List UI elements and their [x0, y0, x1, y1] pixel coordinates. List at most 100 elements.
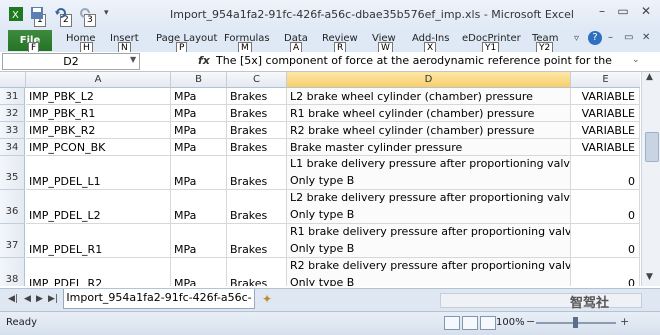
- page-break-view-icon[interactable]: [480, 316, 496, 330]
- sheet-tab[interactable]: Import_954a1fa2-91fc-426f-a56c-: [63, 289, 255, 309]
- cell-c[interactable]: Brakes: [227, 122, 287, 139]
- vertical-scrollbar[interactable]: ▲ ▼: [641, 72, 660, 286]
- cell-a[interactable]: IMP_PBK_R2: [26, 122, 171, 139]
- undo-icon[interactable]: [54, 6, 70, 22]
- cell-b[interactable]: MPa: [171, 224, 227, 258]
- cell-d[interactable]: R2 brake delivery pressure after proport…: [287, 258, 571, 286]
- cell-e[interactable]: 0: [571, 190, 640, 224]
- name-box-dropdown-icon[interactable]: ▼: [130, 55, 136, 64]
- cell-b[interactable]: MPa: [171, 258, 227, 286]
- cell-c-text: Brakes: [230, 90, 268, 103]
- column-header-b[interactable]: B: [171, 72, 227, 88]
- horizontal-scrollbar[interactable]: [440, 293, 642, 308]
- workbook-restore-icon[interactable]: ▭: [624, 32, 633, 43]
- prev-sheet-icon[interactable]: ◀: [24, 294, 31, 304]
- cell-c-text: Brakes: [230, 175, 268, 188]
- cell-b[interactable]: MPa: [171, 139, 227, 156]
- cell-d[interactable]: L1 brake delivery pressure after proport…: [287, 156, 571, 190]
- row-header[interactable]: 38: [0, 258, 25, 286]
- row-header[interactable]: 34: [0, 139, 25, 156]
- column-header-a[interactable]: A: [26, 72, 171, 88]
- redo-icon[interactable]: [78, 6, 94, 22]
- select-all-corner[interactable]: [0, 72, 26, 88]
- cell-e[interactable]: VARIABLE: [571, 105, 640, 122]
- cell-d[interactable]: L2 brake wheel cylinder (chamber) pressu…: [287, 88, 571, 105]
- formula-input[interactable]: The [5x] component of force at the aerod…: [216, 54, 628, 67]
- cell-a[interactable]: IMP_PBK_L2: [26, 88, 171, 105]
- cell-d[interactable]: R2 brake wheel cylinder (chamber) pressu…: [287, 122, 571, 139]
- cell-d[interactable]: R1 brake wheel cylinder (chamber) pressu…: [287, 105, 571, 122]
- normal-view-icon[interactable]: [444, 316, 460, 330]
- minimize-ribbon-icon[interactable]: ▿: [574, 33, 579, 44]
- maximize-icon[interactable]: ▭: [613, 3, 633, 19]
- cell-b[interactable]: MPa: [171, 122, 227, 139]
- cell-e[interactable]: VARIABLE: [571, 88, 640, 105]
- workbook-minimize-icon[interactable]: –: [608, 32, 613, 43]
- zoom-level[interactable]: 100%: [496, 317, 525, 328]
- save-icon[interactable]: [30, 6, 46, 22]
- scroll-up-icon[interactable]: ▲: [646, 72, 653, 82]
- vertical-scroll-thumb[interactable]: [645, 132, 659, 162]
- column-header-e[interactable]: E: [571, 72, 640, 88]
- row-header[interactable]: 32: [0, 105, 25, 122]
- cell-b-text: MPa: [174, 107, 197, 120]
- excel-logo-icon[interactable]: X: [8, 6, 24, 22]
- cell-d[interactable]: Brake master cylinder pressure: [287, 139, 571, 156]
- cell-e[interactable]: 0: [571, 156, 640, 190]
- column-header-d[interactable]: D: [287, 72, 571, 88]
- cell-d[interactable]: L2 brake delivery pressure after proport…: [287, 190, 571, 224]
- cell-e-text: 0: [628, 277, 635, 286]
- zoom-out-icon[interactable]: −: [526, 315, 535, 328]
- cell-c[interactable]: Brakes: [227, 139, 287, 156]
- cell-c[interactable]: Brakes: [227, 88, 287, 105]
- cell-e[interactable]: 0: [571, 258, 640, 286]
- cell-b[interactable]: MPa: [171, 88, 227, 105]
- cell-b[interactable]: MPa: [171, 190, 227, 224]
- cell-d[interactable]: R1 brake delivery pressure after proport…: [287, 224, 571, 258]
- customize-qat-icon[interactable]: ▾: [104, 8, 120, 24]
- cell-e[interactable]: VARIABLE: [571, 139, 640, 156]
- row-header[interactable]: 33: [0, 122, 25, 139]
- row-header[interactable]: 31: [0, 88, 25, 105]
- close-icon[interactable]: ✕: [636, 3, 656, 19]
- name-box[interactable]: D2: [2, 53, 140, 70]
- row-header[interactable]: 36: [0, 190, 25, 224]
- cell-a[interactable]: IMP_PDEL_L2: [26, 190, 171, 224]
- cell-d-line: Brake master cylinder pressure: [290, 141, 463, 154]
- cell-b-text: MPa: [174, 175, 197, 188]
- cell-e[interactable]: 0: [571, 224, 640, 258]
- minimize-icon[interactable]: –: [592, 3, 612, 19]
- cell-c[interactable]: Brakes: [227, 224, 287, 258]
- cell-c[interactable]: Brakes: [227, 258, 287, 286]
- workbook-close-icon[interactable]: ✕: [642, 32, 650, 43]
- cell-b[interactable]: MPa: [171, 156, 227, 190]
- cell-a[interactable]: IMP_PDEL_R2: [26, 258, 171, 286]
- cell-c-text: Brakes: [230, 107, 268, 120]
- cell-a[interactable]: IMP_PDEL_L1: [26, 156, 171, 190]
- zoom-in-icon[interactable]: +: [620, 315, 629, 328]
- cell-c[interactable]: Brakes: [227, 190, 287, 224]
- cell-c[interactable]: Brakes: [227, 156, 287, 190]
- zoom-slider-knob[interactable]: [573, 317, 578, 328]
- cell-c[interactable]: Brakes: [227, 105, 287, 122]
- next-sheet-icon[interactable]: ▶: [36, 294, 43, 304]
- cell-e-text: 0: [628, 209, 635, 222]
- cell-e[interactable]: VARIABLE: [571, 122, 640, 139]
- first-sheet-icon[interactable]: ◀|: [8, 294, 18, 304]
- last-sheet-icon[interactable]: ▶|: [48, 294, 58, 304]
- insert-function-icon[interactable]: fx: [198, 54, 210, 67]
- cell-e-text: VARIABLE: [581, 141, 635, 154]
- cell-a[interactable]: IMP_PCON_BK: [26, 139, 171, 156]
- cell-b[interactable]: MPa: [171, 105, 227, 122]
- help-icon[interactable]: ?: [588, 31, 602, 45]
- cell-a[interactable]: IMP_PBK_R1: [26, 105, 171, 122]
- page-layout-view-icon[interactable]: [462, 316, 478, 330]
- row-header[interactable]: 35: [0, 156, 25, 190]
- insert-sheet-icon[interactable]: ✦: [262, 292, 272, 306]
- column-header-c[interactable]: C: [227, 72, 287, 88]
- row-header[interactable]: 37: [0, 224, 25, 258]
- zoom-slider[interactable]: [536, 317, 616, 328]
- cell-a[interactable]: IMP_PDEL_R1: [26, 224, 171, 258]
- expand-formula-bar-icon[interactable]: ⌄: [632, 55, 640, 65]
- scroll-down-icon[interactable]: ▼: [646, 272, 653, 282]
